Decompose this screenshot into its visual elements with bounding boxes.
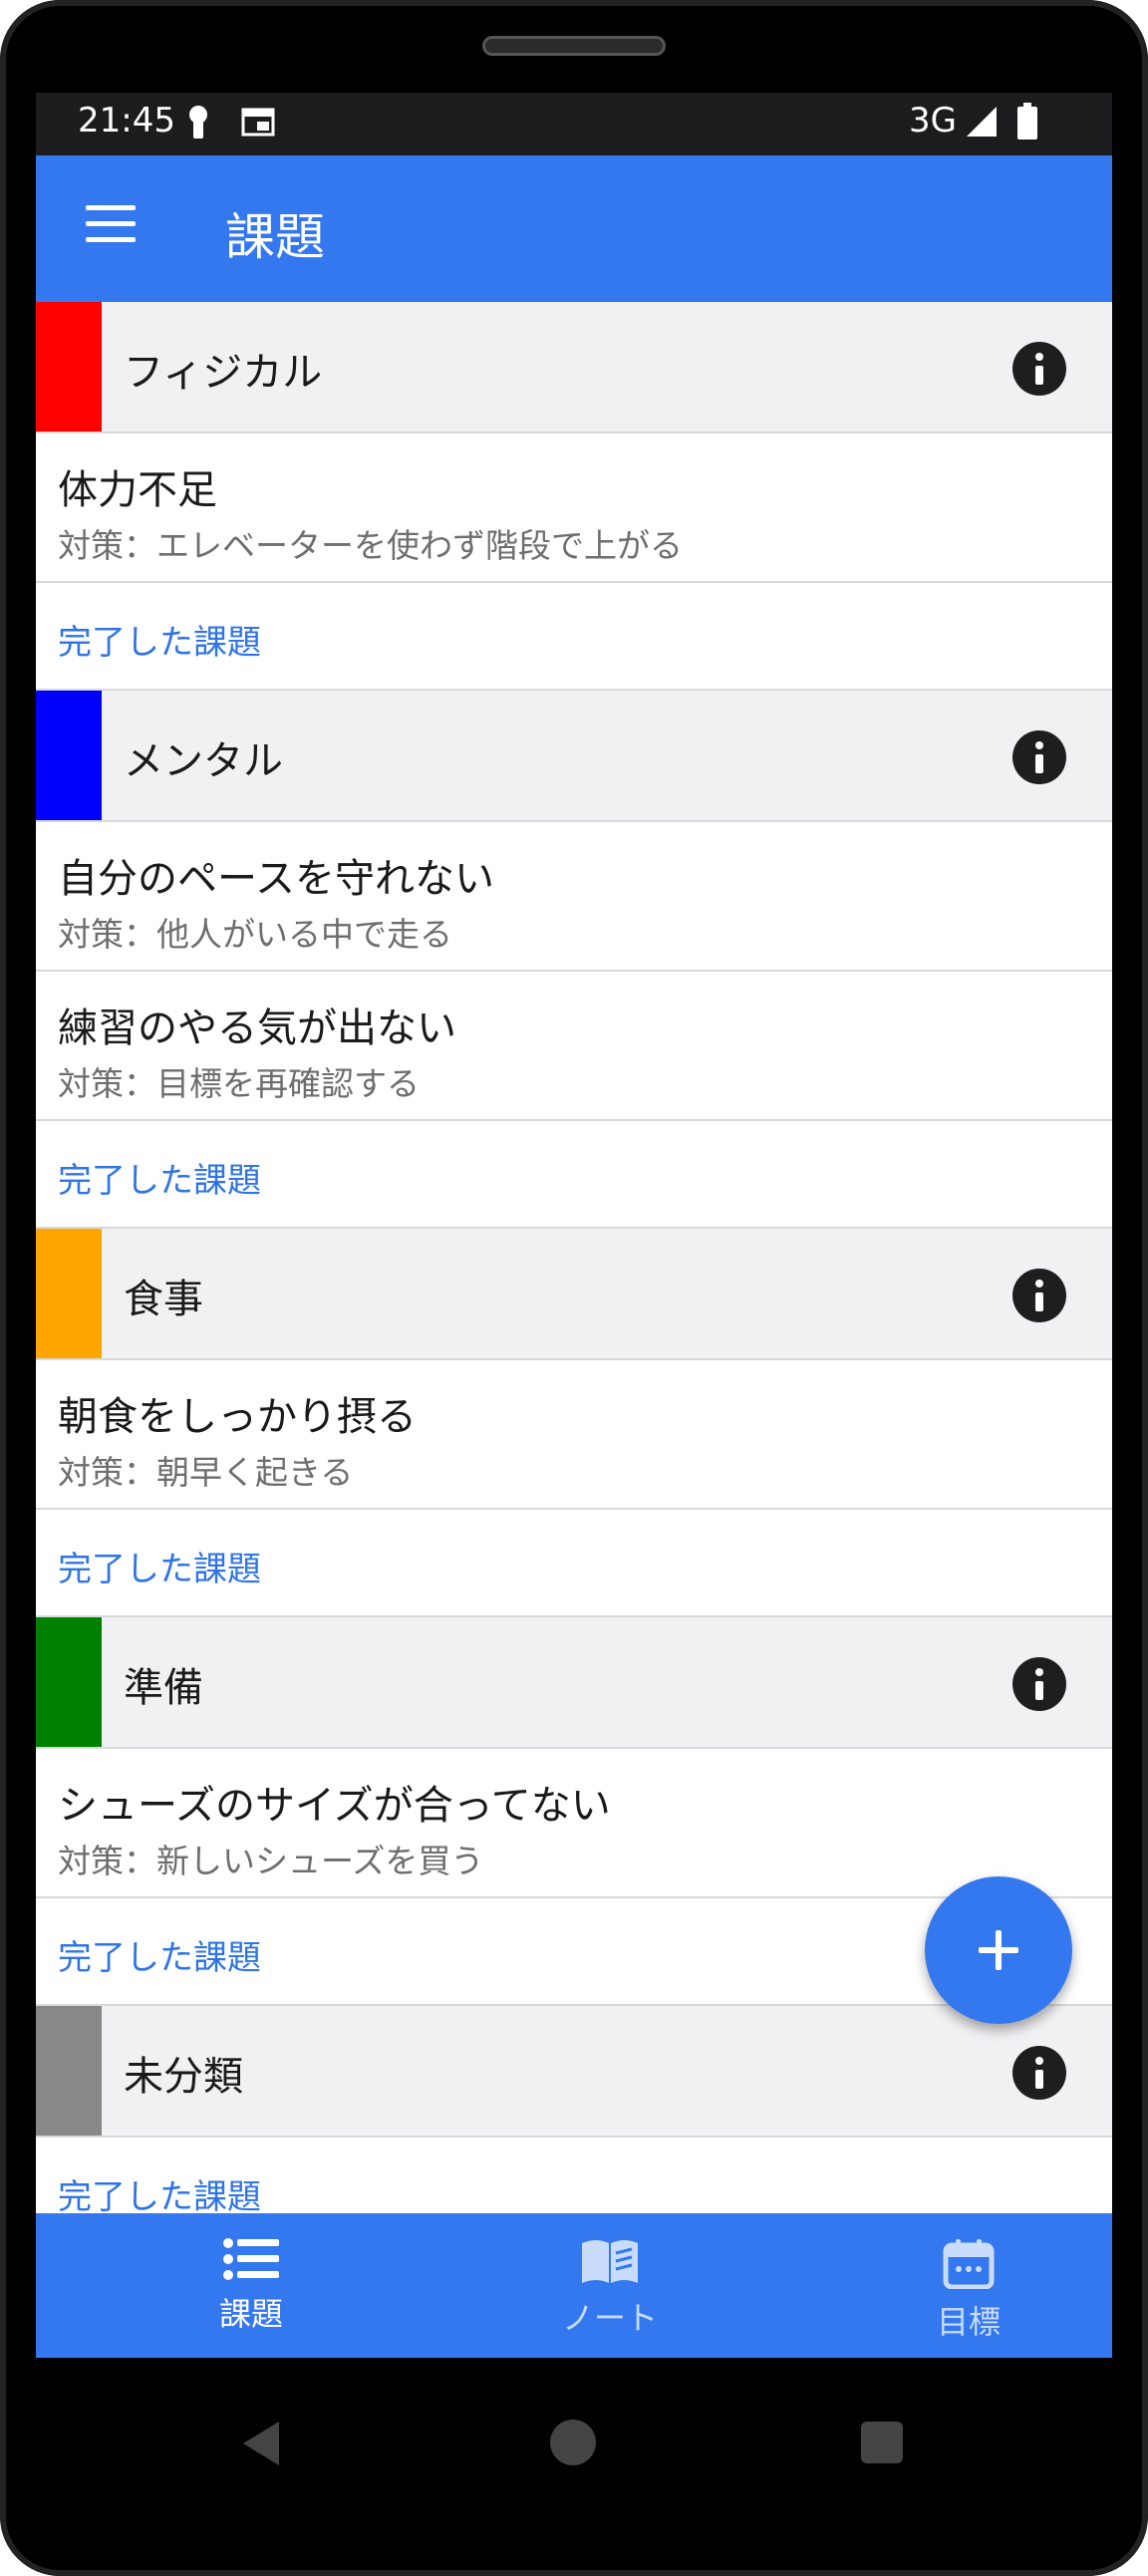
task-title: シューズのサイズが合ってない (58, 1783, 611, 1829)
group-header-mental: メンタル (36, 691, 1112, 822)
group-title: フィジカル (124, 350, 323, 396)
task-title: 体力不足 (58, 467, 217, 513)
group-color-bar (36, 1229, 102, 1358)
speaker (482, 36, 666, 56)
screen: 21:45 3G 課題 フィジカル 体力不足 対策：エレベーターを使わず階段で上… (36, 93, 1112, 2358)
battery-icon (1016, 103, 1038, 144)
completed-tasks-link[interactable]: 完了した課題 (58, 2169, 261, 2218)
calendar-status-icon (241, 107, 275, 141)
list-icon (223, 2238, 279, 2280)
nav-label: 課題 (218, 2295, 283, 2333)
nav-item-goals[interactable]: 目標 (869, 2237, 1068, 2343)
group-color-bar (36, 691, 102, 820)
completed-tasks-row[interactable]: 完了した課題 (36, 583, 1112, 691)
group-header-preparation: 準備 (36, 1617, 1112, 1749)
info-icon[interactable] (1012, 1657, 1066, 1711)
group-title: 食事 (124, 1277, 203, 1322)
task-title: 自分のペースを守れない (58, 856, 494, 902)
book-icon (582, 2240, 638, 2283)
info-icon[interactable] (1012, 730, 1066, 784)
task-row[interactable]: 体力不足 対策：エレベーターを使わず階段で上がる (36, 433, 1112, 583)
completed-tasks-row[interactable]: 完了した課題 (36, 1121, 1112, 1229)
task-row[interactable]: シューズのサイズが合ってない 対策：新しいシューズを買う (36, 1749, 1112, 1898)
info-icon[interactable] (1012, 2046, 1066, 2100)
task-row[interactable]: 練習のやる気が出ない 対策：目標を再確認する (36, 972, 1112, 1121)
completed-tasks-link[interactable]: 完了した課題 (58, 1542, 261, 1590)
group-header-meal: 食事 (36, 1229, 1112, 1360)
completed-tasks-link[interactable]: 完了した課題 (58, 1153, 261, 1202)
key-icon (185, 105, 211, 144)
task-measure: 対策：エレベーターを使わず階段で上がる (58, 526, 683, 565)
add-task-button[interactable] (925, 1876, 1072, 2024)
device-frame: 21:45 3G 課題 フィジカル 体力不足 対策：エレベーターを使わず階段で上… (0, 0, 1148, 2576)
info-icon[interactable] (1012, 342, 1066, 396)
completed-tasks-row[interactable]: 完了した課題 (36, 1510, 1112, 1617)
task-row[interactable]: 自分のペースを守れない 対策：他人がいる中で走る (36, 822, 1112, 972)
network-type: 3G (909, 101, 957, 141)
back-icon[interactable] (239, 2420, 283, 2471)
signal-icon (965, 105, 999, 143)
group-title: 準備 (124, 1665, 203, 1711)
task-measure: 対策：目標を再確認する (58, 1064, 420, 1103)
system-navigation-bar (0, 2358, 1148, 2517)
task-measure: 対策：新しいシューズを買う (58, 1842, 484, 1880)
task-measure: 対策：朝早く起きる (58, 1453, 354, 1492)
app-bar: 課題 (36, 155, 1112, 302)
info-icon[interactable] (1012, 1269, 1066, 1322)
group-title: 未分類 (124, 2054, 243, 2100)
page-title: 課題 (225, 208, 325, 266)
nav-label: ノート (561, 2299, 658, 2337)
calendar-icon (943, 2239, 995, 2290)
nav-label: 目標 (936, 2303, 1001, 2341)
nav-item-tasks[interactable]: 課題 (151, 2237, 351, 2335)
group-header-physical: フィジカル (36, 302, 1112, 433)
home-icon[interactable] (550, 2420, 596, 2465)
completed-tasks-link[interactable]: 完了した課題 (58, 615, 261, 664)
completed-tasks-link[interactable]: 完了した課題 (58, 1930, 261, 1979)
recent-apps-icon[interactable] (861, 2422, 903, 2463)
group-color-bar (36, 302, 102, 431)
task-measure: 対策：他人がいる中で走る (58, 915, 452, 954)
group-color-bar (36, 1617, 102, 1747)
bottom-navigation: 課題 ノート 目標 (36, 2213, 1112, 2358)
group-title: メンタル (124, 738, 283, 784)
nav-item-notes[interactable]: ノート (510, 2237, 710, 2339)
status-bar: 21:45 3G (36, 93, 1112, 155)
task-row[interactable]: 朝食をしっかり摂る 対策：朝早く起きる (36, 1360, 1112, 1510)
task-title: 練習のやる気が出ない (58, 1005, 456, 1051)
status-time: 21:45 (78, 101, 175, 141)
group-header-uncategorized: 未分類 (36, 2006, 1112, 2138)
menu-icon[interactable] (86, 205, 136, 245)
group-color-bar (36, 2006, 102, 2136)
task-title: 朝食をしっかり摂る (58, 1394, 417, 1440)
